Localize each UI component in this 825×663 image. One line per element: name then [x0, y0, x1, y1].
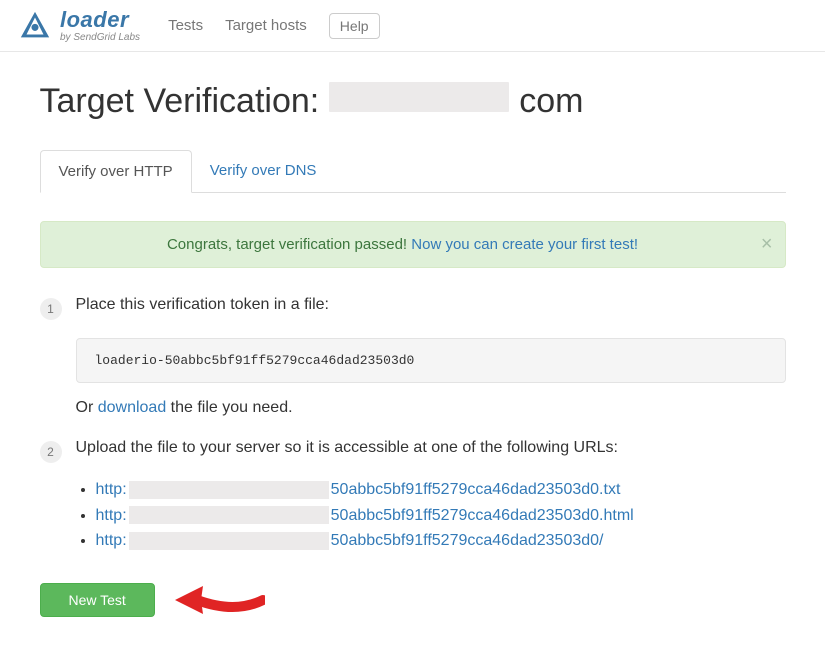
- verification-token[interactable]: loaderio-50abbc5bf91ff5279cca46dad23503d…: [76, 338, 786, 383]
- verification-url-item[interactable]: http: 50abbc5bf91ff5279cca46dad23503d0.tx…: [96, 477, 786, 503]
- url-proto: http:: [96, 532, 127, 549]
- url-file: 50abbc5bf91ff5279cca46dad23503d0.html: [331, 507, 634, 524]
- alert-message: Congrats, target verification passed!: [167, 236, 407, 253]
- tab-verify-dns[interactable]: Verify over DNS: [192, 150, 335, 193]
- redacted-host: [129, 481, 329, 499]
- title-prefix: Target Verification:: [40, 82, 320, 121]
- brand-text: loader by SendGrid Labs: [60, 9, 140, 43]
- annotation-arrow-icon: [175, 580, 265, 623]
- verify-tabs: Verify over HTTP Verify over DNS: [40, 149, 786, 193]
- success-alert: Congrats, target verification passed! No…: [40, 221, 786, 268]
- loader-logo-icon: [18, 9, 52, 43]
- url-proto: http:: [96, 481, 127, 498]
- nav-tests[interactable]: Tests: [168, 17, 203, 34]
- verification-url-item[interactable]: http: 50abbc5bf91ff5279cca46dad23503d0/: [96, 528, 786, 554]
- or-prefix: Or: [76, 399, 98, 416]
- verification-url-item[interactable]: http: 50abbc5bf91ff5279cca46dad23503d0.ht…: [96, 503, 786, 529]
- url-proto: http:: [96, 507, 127, 524]
- step-1-text: Place this verification token in a file:: [76, 296, 786, 320]
- new-test-button[interactable]: New Test: [40, 583, 155, 617]
- step-2-text: Upload the file to your server so it is …: [76, 439, 786, 463]
- close-icon[interactable]: ×: [761, 234, 773, 254]
- redacted-host: [129, 532, 329, 550]
- brand-subtitle: by SendGrid Labs: [60, 33, 140, 43]
- download-link[interactable]: download: [98, 399, 167, 416]
- verification-url-list: http: 50abbc5bf91ff5279cca46dad23503d0.tx…: [76, 477, 786, 554]
- url-file: 50abbc5bf91ff5279cca46dad23503d0.txt: [331, 481, 621, 498]
- url-file: 50abbc5bf91ff5279cca46dad23503d0/: [331, 532, 604, 549]
- step-1: 1 Place this verification token in a fil…: [40, 296, 786, 320]
- brand-logo[interactable]: loader by SendGrid Labs: [18, 9, 140, 43]
- redacted-host: [129, 506, 329, 524]
- brand-title: loader: [60, 9, 140, 31]
- nav-links: Tests Target hosts Help: [168, 13, 380, 39]
- alert-create-test-link[interactable]: Now you can create your first test!: [411, 236, 638, 253]
- redacted-domain: [329, 82, 509, 112]
- download-line: Or download the file you need.: [76, 399, 786, 417]
- or-suffix: the file you need.: [166, 399, 292, 416]
- step-2-badge: 2: [40, 441, 62, 463]
- step-1-badge: 1: [40, 298, 62, 320]
- tab-content-http: Congrats, target verification passed! No…: [40, 193, 786, 623]
- tab-verify-http[interactable]: Verify over HTTP: [40, 150, 192, 193]
- page-title: Target Verification: com: [40, 82, 786, 121]
- title-suffix: com: [519, 82, 583, 121]
- step-2: 2 Upload the file to your server so it i…: [40, 439, 786, 463]
- top-navbar: loader by SendGrid Labs Tests Target hos…: [0, 0, 825, 52]
- main-container: Target Verification: com Verify over HTT…: [18, 52, 808, 663]
- nav-help[interactable]: Help: [329, 13, 380, 39]
- nav-target-hosts[interactable]: Target hosts: [225, 17, 307, 34]
